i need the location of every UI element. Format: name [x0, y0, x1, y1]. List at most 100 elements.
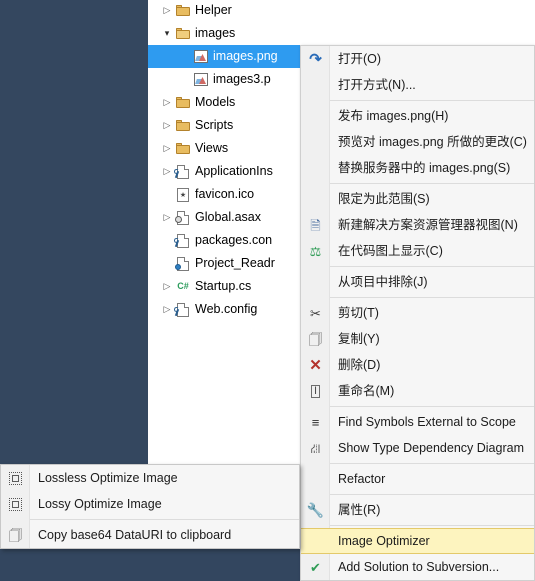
tree-item[interactable]: ▾ images [148, 22, 535, 45]
menu-item[interactable]: 限定为此范围(S) [301, 186, 534, 212]
no-icon [301, 155, 330, 181]
menu-item[interactable]: Image Optimizer [301, 528, 534, 554]
tree-item-label: packages.con [195, 233, 273, 247]
image-optimizer-submenu[interactable]: Lossless Optimize Image Lossy Optimize Im… [0, 464, 300, 549]
tree-expander-empty [160, 229, 174, 252]
readme-file-icon [174, 252, 192, 275]
folder-icon [174, 137, 192, 160]
no-icon [301, 269, 330, 295]
chevron-right-icon[interactable]: ▷ [160, 275, 174, 298]
chevron-right-icon[interactable]: ▷ [160, 298, 174, 321]
menu-item-label: Add Solution to Subversion... [338, 560, 500, 574]
tree-expander-empty [178, 45, 192, 68]
menu-separator [330, 463, 534, 464]
menu-separator [330, 183, 534, 184]
menu-item[interactable]: ✕ 删除(D) [301, 352, 534, 378]
chevron-right-icon[interactable]: ▷ [160, 0, 174, 22]
menu-item-label: 新建解决方案资源管理器视图(N) [338, 218, 518, 232]
menu-item[interactable]: ✔ Add Solution to Subversion... [301, 554, 534, 580]
no-icon [301, 186, 330, 212]
menu-item-label: Copy base64 DataURI to clipboard [38, 528, 232, 542]
tree-item-label: Project_Readr [195, 256, 275, 270]
tree-item-label: images3.p [213, 72, 271, 86]
csharp-file-icon: C# [177, 281, 189, 291]
menu-item[interactable]: ≡ Find Symbols External to Scope [301, 409, 534, 435]
ico-file-icon: ★ [174, 183, 192, 206]
folder-icon [174, 114, 192, 137]
menu-item[interactable]: I 重命名(M) [301, 378, 534, 404]
menu-item-label: 属性(R) [338, 503, 381, 517]
menu-item-label: 打开(O) [338, 52, 382, 66]
chevron-right-icon[interactable]: ▷ [160, 137, 174, 160]
tree-expander-empty [160, 183, 174, 206]
tree-item-label: Startup.cs [195, 279, 252, 293]
menu-item[interactable]: 🗍 Copy base64 DataURI to clipboard [1, 522, 299, 548]
menu-item[interactable]: Lossless Optimize Image [1, 465, 299, 491]
no-icon [301, 103, 330, 129]
menu-item[interactable]: 🗎 新建解决方案资源管理器视图(N) [301, 212, 534, 238]
chevron-down-icon[interactable]: ▾ [160, 22, 174, 45]
cut-icon: ✂ [310, 305, 321, 321]
rename-icon: I [301, 378, 330, 404]
menu-item[interactable]: ↷ 打开(O) [301, 46, 534, 72]
menu-item[interactable]: 打开方式(N)... [301, 72, 534, 98]
no-icon [301, 72, 330, 98]
open-arrow-icon: ↷ [309, 50, 322, 68]
asax-file-icon [174, 206, 192, 229]
tree-item[interactable]: ▷ Helper [148, 0, 535, 22]
tree-item-label: ApplicationIns [195, 164, 273, 178]
chevron-right-icon[interactable]: ▷ [160, 160, 174, 183]
menu-separator [30, 519, 299, 520]
menu-item[interactable]: 发布 images.png(H) [301, 103, 534, 129]
tree-item-label: images.png [213, 49, 278, 63]
menu-item[interactable]: Lossy Optimize Image [1, 491, 299, 517]
chevron-right-icon[interactable]: ▷ [160, 206, 174, 229]
tree-item-label: Helper [195, 3, 232, 17]
folder-icon [174, 91, 192, 114]
menu-item[interactable]: ⛜ Show Type Dependency Diagram [301, 435, 534, 461]
menu-item-label: 替换服务器中的 images.png(S) [338, 161, 511, 175]
folder-icon [174, 0, 192, 22]
tree-item-label: images [195, 26, 236, 40]
menu-item-label: 预览对 images.png 所做的更改(C) [338, 135, 527, 149]
tree-expander-empty [160, 252, 174, 275]
menu-item-label: 剪切(T) [338, 306, 379, 320]
type-dependency-icon: ⛜ [310, 440, 321, 456]
menu-separator [330, 297, 534, 298]
menu-item[interactable]: Refactor [301, 466, 534, 492]
menu-item[interactable]: ⚖ 在代码图上显示(C) [301, 238, 534, 264]
menu-item[interactable]: ✂ 剪切(T) [301, 300, 534, 326]
menu-separator [330, 494, 534, 495]
menu-item-label: Find Symbols External to Scope [338, 415, 516, 429]
menu-separator [330, 406, 534, 407]
config-file-icon [174, 229, 192, 252]
menu-item[interactable]: 从项目中排除(J) [301, 269, 534, 295]
chevron-right-icon[interactable]: ▷ [160, 114, 174, 137]
menu-item[interactable]: 🔧 属性(R) [301, 497, 534, 523]
menu-item[interactable]: 替换服务器中的 images.png(S) [301, 155, 534, 181]
menu-item-label: Image Optimizer [338, 534, 430, 548]
menu-item-label: Refactor [338, 472, 386, 486]
copy-icon: 🗍 [309, 331, 322, 347]
menu-item-label: 限定为此范围(S) [338, 192, 430, 206]
no-icon [301, 129, 330, 155]
tree-item-label: Global.asax [195, 210, 262, 224]
menu-item-label: Lossy Optimize Image [38, 497, 162, 511]
context-menu[interactable]: ↷ 打开(O) 打开方式(N)... 发布 images.png(H) 预览对 imag… [300, 45, 535, 581]
menu-separator [330, 525, 534, 526]
no-icon [301, 529, 330, 555]
no-icon [301, 466, 330, 492]
screen-root: ▷ Helper ▾ images images.png images3.p ▷ Models… [0, 0, 535, 581]
tree-item-label: Scripts [195, 118, 234, 132]
new-view-icon: 🗎 [310, 217, 321, 233]
lossless-icon [1, 465, 30, 491]
menu-separator [330, 100, 534, 101]
menu-item[interactable]: 预览对 images.png 所做的更改(C) [301, 129, 534, 155]
tree-item-label: Web.config [195, 302, 258, 316]
tree-item-label: favicon.ico [195, 187, 255, 201]
code-map-icon: ⚖ [309, 243, 322, 259]
chevron-right-icon[interactable]: ▷ [160, 91, 174, 114]
tree-item-label: Views [195, 141, 229, 155]
config-file-icon [174, 298, 192, 321]
menu-item[interactable]: 🗍 复制(Y) [301, 326, 534, 352]
